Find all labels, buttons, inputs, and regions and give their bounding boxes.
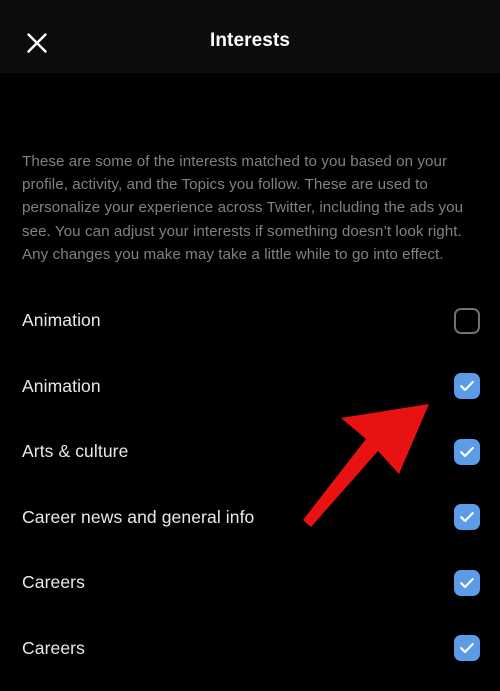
interest-label: Animation [22,310,101,331]
interests-list: Animation Animation Arts & culture Caree… [0,288,500,681]
checkbox-unchecked-icon[interactable] [454,307,480,334]
app-header: Interests [0,0,500,73]
checkbox-checked-icon[interactable] [454,373,480,400]
interest-checkbox[interactable] [454,550,480,616]
interest-label: Careers [22,572,85,593]
interest-label: Arts & culture [22,441,129,462]
close-icon [25,31,49,55]
description-text: These are some of the interests matched … [22,153,464,263]
interest-checkbox[interactable] [454,288,480,354]
interest-checkbox[interactable] [454,485,480,551]
interest-row[interactable]: Animation [0,354,500,420]
interest-row[interactable]: Animation [0,288,500,354]
interest-checkbox[interactable] [454,419,480,485]
interest-label: Careers [22,637,85,658]
close-button[interactable] [22,28,52,58]
interests-screen: Interests These are some of the interest… [0,0,500,691]
checkbox-checked-icon[interactable] [454,635,480,662]
checkbox-checked-icon[interactable] [454,569,480,596]
checkbox-checked-icon[interactable] [454,504,480,531]
interest-row[interactable]: Career news and general info [0,485,500,551]
interest-row[interactable]: Arts & culture [0,419,500,485]
interest-checkbox[interactable] [454,354,480,420]
checkbox-checked-icon[interactable] [454,438,480,465]
interest-label: Animation [22,375,101,396]
interest-checkbox[interactable] [454,616,480,682]
page-title: Interests [209,29,291,51]
interest-row[interactable]: Careers [0,550,500,616]
interest-label: Career news and general info [22,506,255,527]
interest-row[interactable]: Careers [0,616,500,682]
